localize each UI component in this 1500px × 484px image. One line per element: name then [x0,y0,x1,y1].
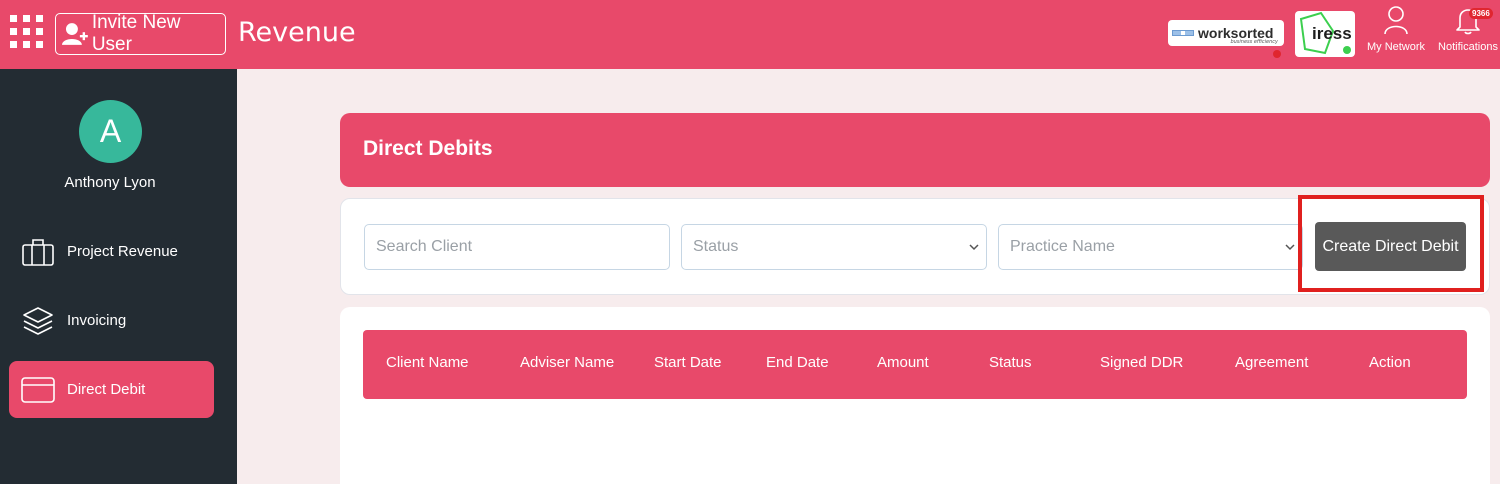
sidebar-item-label: Project Revenue [67,243,178,260]
notifications-button[interactable]: 9366 Notifications [1436,5,1500,53]
person-icon [1384,6,1408,35]
sidebar-item-direct-debit[interactable]: Direct Debit [9,361,214,418]
briefcase-icon [21,237,55,267]
search-client-input[interactable] [364,224,670,270]
column-header-agreement[interactable]: Agreement [1235,354,1308,371]
sidebar-item-label: Direct Debit [67,381,146,398]
my-network-label: My Network [1366,41,1426,53]
sidebar: A Anthony Lyon Project Revenue Invoicing [0,69,237,484]
column-header-end-date[interactable]: End Date [766,354,829,371]
filter-bar: Status Practice Name Create Direct Debit [340,195,1490,295]
section-header: Direct Debits [340,113,1490,187]
worksorted-name: worksorted [1198,25,1274,41]
user-name: Anthony Lyon [64,174,156,191]
column-header-adviser-name[interactable]: Adviser Name [520,354,614,371]
column-header-action[interactable]: Action [1369,354,1411,371]
worksorted-mark [1172,30,1194,36]
top-bar: Invite New User Revenue worksorted busin… [0,0,1500,69]
invite-new-user-button[interactable]: Invite New User [55,12,226,55]
section-title: Direct Debits [363,137,493,160]
column-header-status[interactable]: Status [989,354,1032,371]
column-header-start-date[interactable]: Start Date [654,354,722,371]
status-select-value: Status [693,238,739,255]
apps-grid-icon[interactable] [10,15,44,49]
sidebar-item-label: Invoicing [67,312,127,329]
card-icon [21,375,55,405]
sidebar-item-invoicing[interactable]: Invoicing [9,292,214,349]
page-title: Revenue [238,17,356,48]
iress-status-dot [1343,46,1351,54]
my-network-button[interactable]: My Network [1364,5,1428,53]
table-header: Client Name Adviser Name Start Date End … [363,330,1467,399]
notifications-count-badge: 9366 [1469,8,1493,19]
avatar[interactable]: A [79,100,142,163]
layers-icon [21,306,55,336]
practice-name-select-value: Practice Name [1010,238,1115,255]
notifications-label: Notifications [1438,41,1498,53]
add-user-icon [62,23,88,45]
status-select[interactable]: Status [681,224,987,270]
column-header-signed-ddr[interactable]: Signed DDR [1100,354,1183,371]
worksorted-status-dot [1273,50,1281,58]
column-header-amount[interactable]: Amount [877,354,929,371]
sidebar-item-project-revenue[interactable]: Project Revenue [9,223,214,280]
column-header-client-name[interactable]: Client Name [386,354,469,371]
invite-button-label: Invite New User [91,12,181,55]
create-direct-debit-button[interactable]: Create Direct Debit [1315,222,1466,271]
worksorted-logo[interactable]: worksorted business efficiency [1168,20,1284,46]
chevron-down-icon [1285,244,1295,251]
iress-name: iress [1312,24,1352,43]
chevron-down-icon [969,244,979,251]
direct-debits-table: Client Name Adviser Name Start Date End … [340,307,1490,484]
practice-name-select[interactable]: Practice Name [998,224,1303,270]
worksorted-tagline: business efficiency [1230,39,1278,45]
